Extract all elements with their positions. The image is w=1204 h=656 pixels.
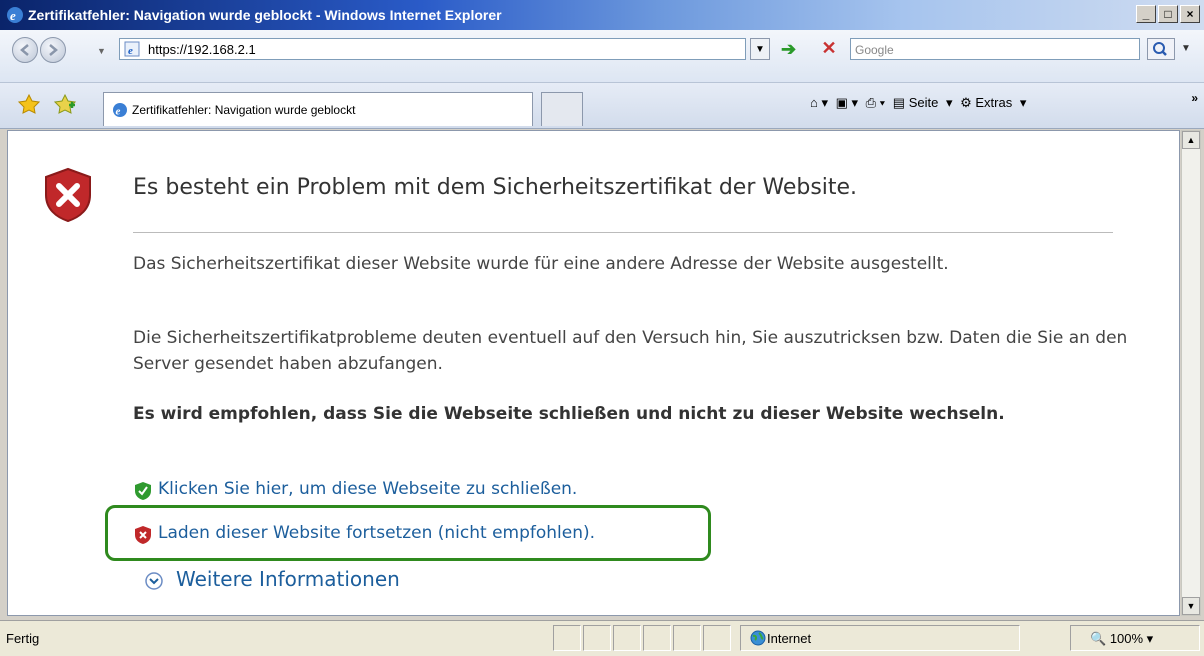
maximize-button[interactable]: □ (1158, 5, 1178, 23)
more-information-link[interactable]: Weitere Informationen (176, 567, 400, 591)
window-title: Zertifikatfehler: Navigation wurde geblo… (28, 7, 502, 23)
status-panel (583, 625, 611, 651)
status-panel (613, 625, 641, 651)
recent-pages-dropdown-icon[interactable]: ▼ (97, 46, 106, 56)
back-arrow-icon (20, 44, 29, 56)
status-bar: Fertig Internet 🔍 100% ▾ (0, 620, 1204, 656)
tab-toolbar: e Zertifikatfehler: Navigation wurde geb… (0, 83, 1204, 129)
red-shield-icon (135, 526, 151, 544)
status-panel (673, 625, 701, 651)
page-icon: e (124, 41, 140, 57)
warning-paragraph: Die Sicherheitszertifikatprobleme deuten… (133, 328, 1128, 374)
scroll-down-icon[interactable]: ▼ (1182, 597, 1200, 615)
search-button[interactable] (1147, 38, 1175, 60)
page-icon: e (113, 103, 127, 118)
stop-icon[interactable]: ✕ (818, 38, 840, 60)
scroll-up-icon[interactable]: ▲ (1182, 131, 1200, 149)
tools-menu-label: Extras (975, 95, 1013, 110)
expand-down-icon[interactable] (144, 571, 164, 591)
home-icon[interactable]: ⌂ ▾ (810, 95, 828, 110)
close-button[interactable]: × (1180, 5, 1200, 23)
tab-active[interactable]: e Zertifikatfehler: Navigation wurde geb… (103, 92, 533, 126)
search-input[interactable]: Google (850, 38, 1140, 60)
chevron-more-icon[interactable]: » (1191, 91, 1198, 105)
recommendation-text: Es wird empfohlen, dass Sie die Webseite… (133, 404, 1005, 424)
new-tab-button[interactable] (541, 92, 583, 126)
feeds-icon[interactable]: ▣ ▾ (836, 95, 858, 110)
forward-arrow-icon (49, 44, 58, 56)
status-panel (643, 625, 671, 651)
search-placeholder: Google (855, 43, 894, 57)
security-zone-label: Internet (767, 631, 812, 646)
zoom-level[interactable]: 🔍 100% ▾ (1090, 631, 1153, 647)
page-menu-label: Seite (908, 95, 939, 110)
zoom-value: 100% (1109, 631, 1144, 646)
divider (133, 232, 1113, 233)
continue-to-website-link[interactable]: Laden dieser Website fortsetzen (nicht e… (158, 523, 595, 543)
add-favorite-icon[interactable] (54, 94, 76, 114)
description-paragraph: Das Sicherheitszertifikat dieser Website… (133, 254, 949, 274)
page-content: Es besteht ein Problem mit dem Sicherhei… (7, 130, 1180, 616)
svg-text:e: e (128, 45, 133, 57)
back-button[interactable] (12, 37, 38, 63)
status-panel (703, 625, 731, 651)
svg-text:e: e (10, 8, 16, 23)
go-arrow-icon[interactable]: ➔ (781, 40, 801, 60)
tab-label: Zertifikatfehler: Navigation wurde geblo… (132, 103, 356, 117)
url-text[interactable]: https://192.168.2.1 (148, 42, 256, 57)
svg-text:e: e (116, 106, 121, 118)
forward-button[interactable] (40, 37, 66, 63)
command-bar: ⌂ ▾ ▣ ▾ ⎙ ▾ ▤ Seite ▾ ⚙ Extras ▾ (810, 95, 1030, 111)
favorites-star-icon[interactable] (18, 94, 40, 114)
address-toolbar: ▼ e https://192.168.2.1 ▼ ➔ ✕ Google ▼ (0, 30, 1204, 83)
tools-menu[interactable]: ⚙ Extras ▾ (960, 95, 1026, 110)
minimize-button[interactable]: _ (1136, 5, 1156, 23)
status-panel (553, 625, 581, 651)
close-page-link[interactable]: Klicken Sie hier, um diese Webseite zu s… (158, 479, 577, 499)
vertical-scrollbar[interactable]: ▲ ▼ (1181, 130, 1201, 616)
globe-icon (750, 630, 766, 646)
search-options-dropdown-icon[interactable]: ▼ (1181, 43, 1191, 54)
search-icon (1153, 42, 1167, 56)
status-text: Fertig (6, 631, 40, 646)
error-shield-icon (45, 167, 91, 223)
green-shield-icon (135, 482, 151, 500)
address-dropdown-icon[interactable]: ▼ (750, 38, 770, 60)
title-bar: e Zertifikatfehler: Navigation wurde geb… (0, 0, 1204, 30)
address-bar[interactable]: e https://192.168.2.1 (119, 38, 746, 60)
print-icon[interactable]: ⎙ ▾ (866, 95, 885, 110)
page-menu[interactable]: ▤ Seite ▾ (893, 95, 953, 110)
page-title: Es besteht ein Problem mit dem Sicherhei… (133, 175, 858, 200)
ie-logo-icon: e (7, 7, 23, 23)
